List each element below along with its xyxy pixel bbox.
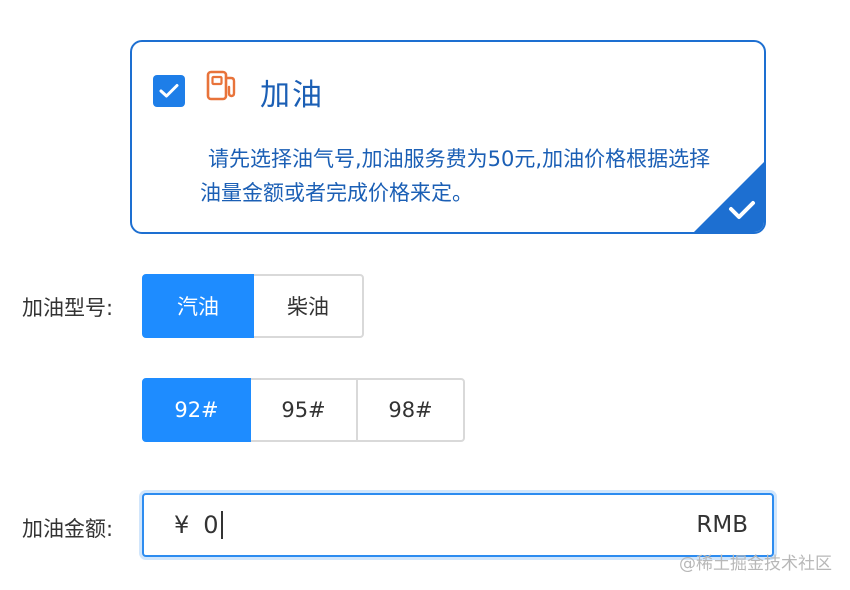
grade-98-button[interactable]: 98#	[356, 378, 465, 442]
amount-input[interactable]: ¥ 0 RMB	[142, 493, 774, 557]
currency-suffix: RMB	[696, 512, 748, 538]
fuel-type-diesel-button[interactable]: 柴油	[252, 274, 364, 338]
selected-corner-badge	[694, 162, 764, 232]
fuel-type-gasoline-button[interactable]: 汽油	[142, 274, 254, 338]
fuel-service-card[interactable]: 加油 请先选择油气号,加油服务费为50元,加油价格根据选择油量金额或者完成价格来…	[130, 40, 766, 234]
service-title: 加油	[260, 78, 324, 113]
fuel-service-form: 加油 请先选择油气号,加油服务费为50元,加油价格根据选择油量金额或者完成价格来…	[0, 0, 850, 590]
service-description: 请先选择油气号,加油服务费为50元,加油价格根据选择油量金额或者完成价格来定。	[200, 147, 711, 205]
grade-95-button[interactable]: 95#	[249, 378, 358, 442]
text-caret	[220, 511, 223, 539]
fuel-type-group: 汽油 柴油	[142, 274, 364, 338]
fuel-grade-group: 92# 95# 98#	[142, 378, 465, 442]
amount-label: 加油金额:	[22, 517, 114, 541]
fuel-type-label: 加油型号:	[22, 296, 114, 320]
grade-92-button[interactable]: 92#	[142, 378, 251, 442]
currency-prefix: ¥	[174, 511, 190, 539]
fuel-pump-icon	[206, 70, 236, 101]
check-icon	[159, 84, 179, 98]
service-checkbox[interactable]	[153, 75, 185, 107]
amount-value: 0	[203, 511, 219, 539]
watermark: @稀土掘金技术社区	[679, 554, 832, 574]
